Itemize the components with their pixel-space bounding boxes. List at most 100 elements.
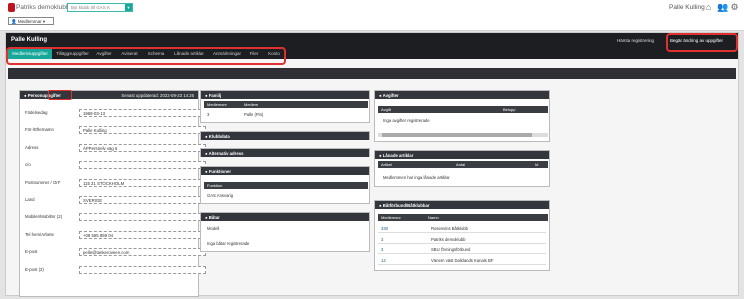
club-name[interactable]: Patriks demoklubb — [16, 4, 69, 11]
club-select-value: Byt klubb till GAS K — [71, 5, 111, 10]
clubs-col-nr: Medlemsnr — [381, 215, 401, 220]
club-row-name: Vänern väst Dalslands Kanals BF — [431, 257, 494, 263]
family-row-nr: 3 — [207, 112, 210, 117]
field-value[interactable]: 1968-03-13 — [79, 109, 206, 117]
family-table-header: Medlemsnr Medlem — [204, 101, 368, 108]
users-icon[interactable]: 👥 — [717, 3, 728, 12]
clubs-header: ● Båtförbund/Båtklubbar — [375, 201, 549, 209]
fees-col-fee: Avgift — [381, 107, 391, 112]
field-value[interactable]: 115 21 STOCKHOLM — [79, 178, 206, 187]
loans-table-header: Artikel Antal Id — [378, 161, 548, 168]
club-row[interactable]: 3 SBU Övningsförbund — [378, 245, 546, 254]
highlight-tabs — [6, 47, 286, 65]
field-value[interactable]: ÄPPerstrelv väg 6 — [79, 143, 206, 152]
clubs-table-header: Medlemsnr Namn — [378, 214, 548, 221]
field-value[interactable]: SVERIGE — [79, 196, 206, 204]
boats-empty: Inga båtar registrerade — [207, 241, 250, 246]
gear-icon[interactable]: ⚙ — [730, 3, 739, 12]
field-label: För-/Efternamn — [25, 127, 54, 133]
clubs-col-name: Namn — [428, 215, 439, 220]
field-label: E-post — [25, 249, 38, 255]
loans-title: Lånade artiklar — [382, 152, 414, 158]
personal-info-panel: ● Personuppgifter Senast uppdaterad: 2022… — [19, 90, 206, 297]
field-value[interactable]: pelle@tankeroveen.com — [79, 248, 206, 257]
clubs-panel: ● Båtförbund/Båtklubbar Medlemsnr Namn 33… — [374, 200, 550, 271]
top-bar: Patriks demoklubb Byt klubb till GAS K ▼ … — [0, 0, 744, 31]
last-updated: Senast uppdaterad: 2022-09-23 14:25 — [121, 92, 194, 98]
club-row[interactable]: 14 Vänern väst Dalslands Kanals BF — [378, 256, 546, 265]
fetch-registration-link[interactable]: Hämta registrering — [617, 38, 654, 43]
fees-scrollbar[interactable] — [378, 133, 548, 137]
personal-info-header: ● Personuppgifter Senast uppdaterad: 2022… — [20, 91, 198, 99]
alt-address-title: Alternativ adress — [208, 150, 244, 156]
field-value[interactable]: +08 565 859 04 — [79, 230, 206, 239]
highlight-personal-title — [48, 90, 72, 100]
loans-panel: ● Lånade artiklar Artikel Antal Id Medlemm… — [374, 150, 550, 187]
loans-col-id: Id — [535, 162, 539, 167]
club-row-nr: 3 — [381, 236, 384, 242]
club-logo-icon — [8, 3, 15, 12]
family-row-name[interactable]: Palle (Pin) — [244, 112, 263, 117]
family-col-nr: Medlemsnr — [207, 102, 227, 107]
field-label: c/o — [25, 162, 31, 168]
club-row-name: Patriks demoklubb — [431, 236, 466, 242]
alt-address-panel[interactable]: ● Alternativ adress — [200, 148, 370, 157]
club-data-header: ● Klubbdata — [201, 132, 369, 140]
family-col-member: Medlem — [244, 102, 259, 107]
club-select[interactable]: Byt klubb till GAS K ▼ — [67, 3, 133, 12]
club-row[interactable]: 330 Rosenvins Båtklubb — [378, 224, 546, 233]
functions-header: ● Funktioner — [201, 167, 369, 175]
loans-header: ● Lånade artiklar — [375, 151, 549, 159]
family-panel: ● Familj Medlemsnr Medlem 3 Palle (Pin) — [200, 90, 370, 123]
field-value[interactable]: Palle Kulling — [79, 126, 206, 135]
club-row-nr: 14 — [381, 257, 386, 263]
club-row-name: Rosenvins Båtklubb — [431, 226, 469, 231]
club-data-panel[interactable]: ● Klubbdata — [200, 131, 370, 140]
field-label: E-post (2) — [25, 266, 44, 272]
boats-title: Båtar — [208, 214, 220, 220]
field-label: Land — [25, 197, 35, 202]
member-card: Palle Kulling Hämta registrering Begär ä… — [5, 32, 739, 297]
functions-col: Funktion — [204, 182, 368, 189]
fees-panel: ● Avgifter Avgift Belopp Inga avgifter re… — [374, 90, 550, 142]
field-value[interactable] — [79, 265, 206, 274]
fees-header: ● Avgifter — [375, 91, 549, 99]
boats-panel: ● Båtar Modell Inga båtar registrerade — [200, 212, 370, 252]
members-button-label: Medlemmar — [17, 19, 42, 24]
club-data-title: Klubbdata — [208, 133, 230, 139]
field-label: Postnummer / Ort* — [25, 179, 61, 185]
member-name: Palle Kulling — [11, 37, 48, 43]
loans-col-article: Artikel — [381, 162, 393, 167]
functions-panel: ● Funktioner Funktion GAS Ansvarig — [200, 166, 370, 204]
clubs-title: Båtförbund/Båtklubbar — [382, 202, 430, 208]
field-label: Tel hem/Arbete — [25, 231, 54, 237]
boats-header: ● Båtar — [201, 213, 369, 221]
home-icon[interactable]: ⌂ — [704, 3, 713, 12]
loans-col-count: Antal — [456, 162, 466, 167]
chevron-down-icon: ▼ — [125, 4, 132, 11]
boats-col: Modell — [207, 226, 220, 231]
alt-address-header: ● Alternativ adress — [201, 149, 369, 157]
field-label: Adress — [25, 144, 39, 150]
club-row-name: SBU Övningsförbund — [431, 247, 471, 252]
content-strip — [8, 68, 736, 79]
fees-col-amount: Belopp — [503, 107, 516, 112]
family-title: Familj — [208, 92, 222, 98]
functions-title: Funktioner — [208, 168, 231, 174]
club-row[interactable]: 3 Patriks demoklubb — [378, 235, 546, 244]
field-label: Födelsedag — [25, 110, 48, 115]
function-value: GAS Ansvarig — [207, 193, 234, 198]
loans-empty: Medlemmen har inga lånade artiklar — [383, 175, 450, 180]
fees-empty: Inga avgifter registrerade — [383, 118, 430, 123]
fees-table-header: Avgift Belopp — [378, 106, 548, 113]
user-name[interactable]: Palle Kulling — [669, 4, 705, 11]
family-header: ● Familj — [201, 91, 369, 99]
field-value[interactable] — [79, 213, 206, 222]
fees-title: Avgifter — [382, 92, 399, 98]
highlight-request-change — [666, 33, 738, 52]
club-row-nr: 330 — [381, 226, 388, 231]
member-header: Palle Kulling Hämta registrering Begär ä… — [6, 33, 738, 48]
members-dropdown-button[interactable]: 👤 Medlemmar ▾ — [8, 17, 54, 25]
club-row-nr: 3 — [381, 247, 384, 252]
field-value[interactable] — [79, 161, 206, 170]
